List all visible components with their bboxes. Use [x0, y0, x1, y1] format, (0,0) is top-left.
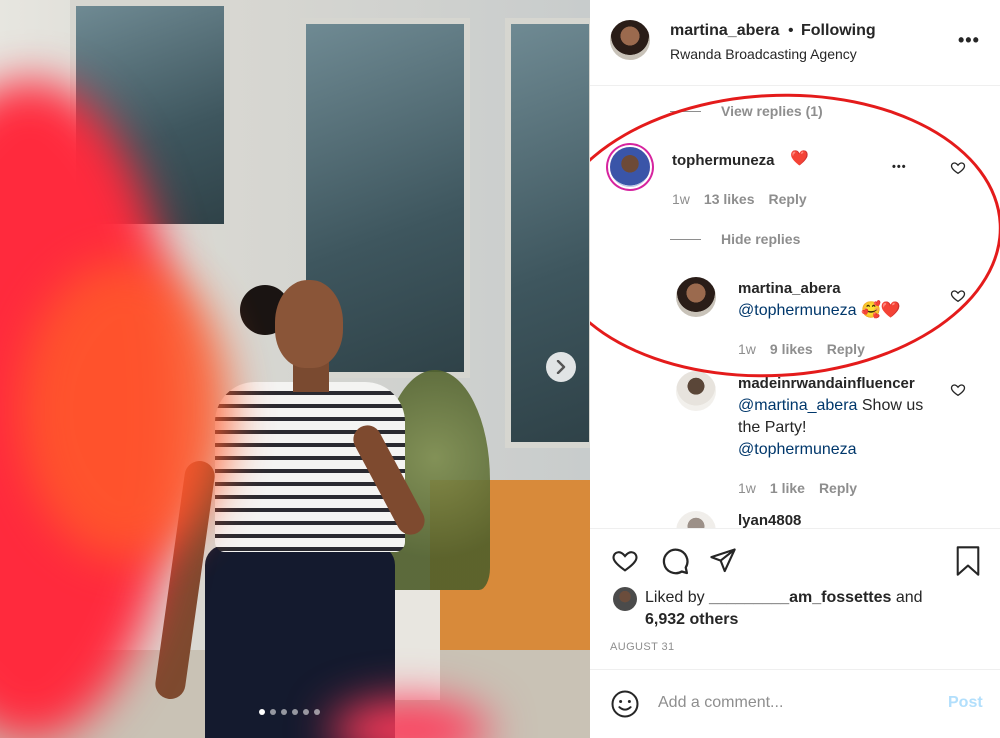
comment-more-button[interactable]: •••: [892, 161, 907, 173]
photo-window: [505, 18, 590, 448]
separator: •: [788, 22, 794, 39]
liked-by: Liked by _________am_fossettes and 6,932…: [645, 587, 923, 631]
share-icon[interactable]: [708, 546, 738, 574]
heart-icon[interactable]: [610, 547, 640, 575]
comment-username[interactable]: tophermuneza: [672, 152, 775, 169]
comment-time[interactable]: 1w: [738, 341, 756, 357]
mention-link[interactable]: @tophermuneza: [738, 302, 857, 319]
avatar[interactable]: [610, 20, 650, 60]
liked-by-prefix: Liked by: [645, 589, 710, 606]
reply-button[interactable]: Reply: [827, 341, 865, 357]
comment-text: ❤️: [790, 150, 809, 167]
post-location[interactable]: Rwanda Broadcasting Agency: [670, 46, 857, 62]
carousel-dot: [292, 709, 298, 715]
carousel-indicator: [259, 709, 320, 715]
carousel-dot: [303, 709, 309, 715]
replies-line: [670, 111, 701, 112]
carousel-dot: [270, 709, 276, 715]
comment-username[interactable]: martina_abera: [738, 280, 841, 297]
avatar[interactable]: [676, 277, 716, 317]
post-header: martina_abera • Following Rwanda Broadca…: [590, 0, 1000, 86]
avatar[interactable]: [613, 587, 637, 611]
post-date[interactable]: AUGUST 31: [610, 641, 675, 653]
more-options-button[interactable]: •••: [958, 30, 980, 51]
avatar[interactable]: [676, 511, 716, 528]
avatar[interactable]: [610, 147, 650, 187]
heart-icon[interactable]: [950, 382, 966, 398]
carousel-dot: [314, 709, 320, 715]
following-button[interactable]: Following: [801, 22, 876, 40]
save-icon[interactable]: [954, 545, 982, 577]
comment-likes[interactable]: 1 like: [770, 480, 805, 496]
post-photo[interactable]: [0, 0, 590, 738]
carousel-dot: [281, 709, 287, 715]
comment-text: @martina_abera Show us the Party! @tophe…: [738, 395, 948, 461]
comment-likes[interactable]: 9 likes: [770, 341, 813, 357]
likes-count[interactable]: 6,932 others: [645, 611, 738, 628]
comment-meta: 1w 1 like Reply: [738, 480, 857, 496]
post-sidebar: martina_abera • Following Rwanda Broadca…: [590, 0, 1000, 738]
heart-icon[interactable]: [950, 288, 966, 304]
liked-by-user[interactable]: _________am_fossettes: [709, 589, 891, 606]
comment-time[interactable]: 1w: [672, 191, 690, 207]
post-actions: Liked by _________am_fossettes and 6,932…: [590, 528, 1000, 738]
photo-foreground-blur: [20, 260, 230, 560]
comment-username[interactable]: lyan4808: [738, 512, 801, 528]
comment-meta: 1w 9 likes Reply: [738, 341, 865, 357]
comment-icon[interactable]: [660, 546, 690, 576]
avatar[interactable]: [676, 371, 716, 411]
mention-link[interactable]: @tophermuneza: [738, 441, 857, 458]
comments-list[interactable]: View replies (1) tophermuneza ❤️ ••• 1w …: [590, 87, 1000, 528]
comment-likes[interactable]: 13 likes: [704, 191, 755, 207]
reply-button[interactable]: Reply: [769, 191, 807, 207]
comment-time[interactable]: 1w: [738, 480, 756, 496]
view-replies-button[interactable]: View replies (1): [721, 103, 823, 119]
emoji-icon[interactable]: [610, 689, 640, 719]
replies-line: [670, 239, 701, 240]
comment-composer: Add a comment... Post: [590, 669, 1000, 738]
chevron-right-icon: [556, 360, 566, 374]
carousel-next-button[interactable]: [546, 352, 576, 382]
carousel-dot: [259, 709, 265, 715]
comment-text: @tophermuneza 🥰❤️: [738, 300, 901, 322]
comment-input[interactable]: Add a comment...: [658, 694, 783, 712]
liked-by-middle: and: [891, 589, 923, 606]
comment-emoji: 🥰❤️: [860, 302, 901, 319]
comment-meta: 1w 13 likes Reply: [672, 191, 807, 207]
reply-button[interactable]: Reply: [819, 480, 857, 496]
author-username[interactable]: martina_abera: [670, 22, 779, 40]
post-comment-button[interactable]: Post: [948, 694, 983, 712]
heart-icon[interactable]: [950, 160, 966, 176]
mention-link[interactable]: @martina_abera: [738, 397, 857, 414]
hide-replies-button[interactable]: Hide replies: [721, 231, 800, 247]
comment-username[interactable]: madeinrwandainfluencer: [738, 375, 915, 392]
